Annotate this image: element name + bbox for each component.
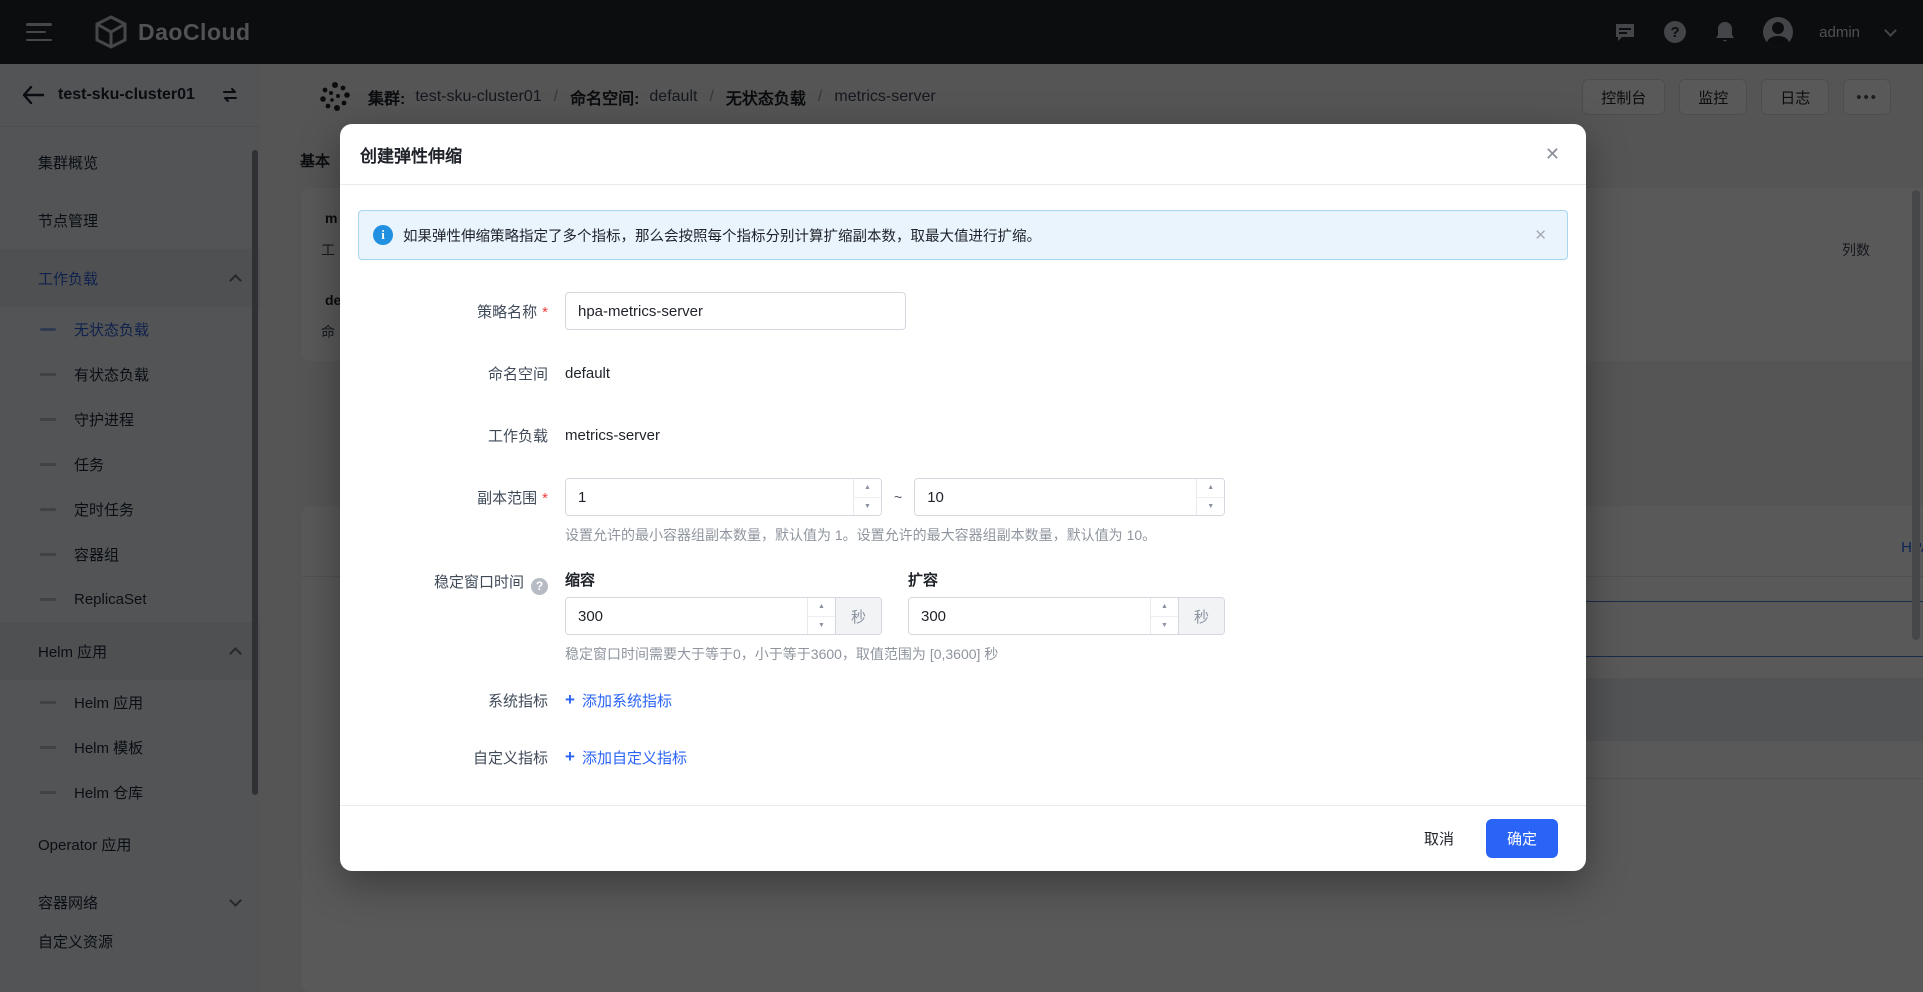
stepper-down-icon: ▼ [854,498,881,516]
policy-name-label: 策略名称 [477,304,537,321]
help-tooltip-icon[interactable]: ? [531,578,548,595]
modal-title: 创建弹性伸缩 [360,142,462,167]
add-custom-metric-link[interactable]: + 添加自定义指标 [565,747,687,768]
scale-down-window-input[interactable] [566,598,835,634]
stepper-down-icon: ▼ [1197,498,1224,516]
stepper-down-icon: ▼ [1151,617,1178,635]
seconds-unit: 秒 [1178,598,1224,634]
stepper-up-icon: ▲ [1151,598,1178,617]
stepper-up-icon: ▲ [1197,479,1224,498]
custom-metrics-label: 自定义指标 [473,750,548,767]
scale-down-stepper[interactable]: ▲▼ [807,598,835,634]
scale-down-label: 缩容 [565,569,882,590]
replica-min-input[interactable] [566,479,881,515]
namespace-label: 命名空间 [488,366,548,383]
replica-max-stepper[interactable]: ▲▼ [1196,479,1224,515]
replica-range-helper: 设置允许的最小容器组副本数量，默认值为 1。设置允许的最大容器组副本数量，默认值… [565,525,1225,545]
cancel-button[interactable]: 取消 [1406,820,1472,857]
stepper-down-icon: ▼ [808,617,835,635]
alert-message: 如果弹性伸缩策略指定了多个指标，那么会按照每个指标分别计算扩缩副本数，取最大值进… [403,225,1534,246]
info-alert: i 如果弹性伸缩策略指定了多个指标，那么会按照每个指标分别计算扩缩副本数，取最大… [358,210,1568,260]
required-star: * [542,490,548,507]
namespace-value: default [565,365,610,382]
system-metrics-label: 系统指标 [488,693,548,710]
confirm-button[interactable]: 确定 [1486,819,1558,858]
stable-window-helper: 稳定窗口时间需要大于等于0，小于等于3600，取值范围为 [0,3600] 秒 [565,644,1225,664]
info-icon: i [373,225,393,245]
scale-up-label: 扩容 [908,569,1225,590]
scale-up-stepper[interactable]: ▲▼ [1150,598,1178,634]
stepper-up-icon: ▲ [808,598,835,617]
plus-icon: + [565,690,575,710]
replica-range-label: 副本范围 [477,490,537,507]
scale-up-window-input[interactable] [909,598,1178,634]
replica-min-stepper[interactable]: ▲▼ [853,479,881,515]
add-system-metric-link[interactable]: + 添加系统指标 [565,690,672,711]
create-hpa-modal: 创建弹性伸缩 ✕ i 如果弹性伸缩策略指定了多个指标，那么会按照每个指标分别计算… [340,124,1586,871]
stable-window-label: 稳定窗口时间 [434,574,524,591]
alert-close-icon[interactable]: ✕ [1534,226,1547,244]
modal-close-icon[interactable]: ✕ [1545,145,1560,163]
seconds-unit: 秒 [835,598,881,634]
plus-icon: + [565,747,575,767]
stepper-up-icon: ▲ [854,479,881,498]
range-tilde: ~ [894,489,902,505]
required-star: * [542,304,548,321]
policy-name-input[interactable] [565,292,906,330]
workload-label: 工作负载 [488,428,548,445]
workload-value: metrics-server [565,427,660,444]
replica-max-input[interactable] [915,479,1224,515]
